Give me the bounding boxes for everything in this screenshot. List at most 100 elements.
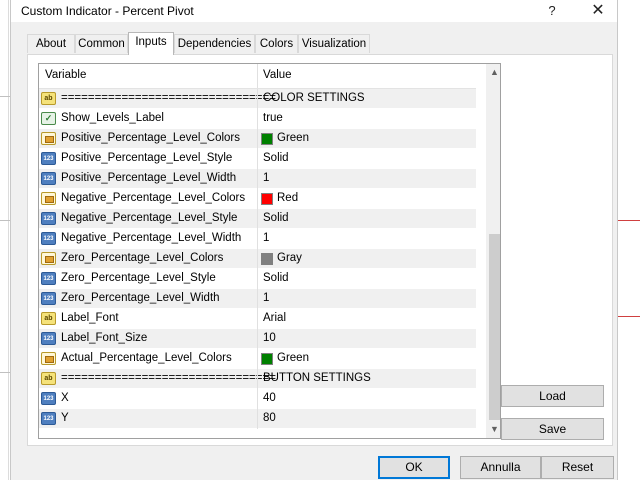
chart-level-line <box>616 316 640 317</box>
string-icon: ab <box>41 312 56 325</box>
cancel-button[interactable]: Annulla <box>460 456 541 479</box>
input-row[interactable]: Negative_Percentage_Level_Colors Red <box>39 189 476 209</box>
column-divider <box>257 149 258 169</box>
variable-value[interactable]: Green <box>277 352 309 364</box>
column-divider <box>257 229 258 249</box>
variable-name: Positive_Percentage_Level_Colors <box>61 132 240 144</box>
input-row[interactable]: 123 Positive_Percentage_Level_Style Solid <box>39 149 476 169</box>
input-row[interactable]: ab ================================ COLOR … <box>39 89 476 109</box>
number-icon: 123 <box>41 152 56 165</box>
variable-name: Negative_Percentage_Level_Colors <box>61 192 246 204</box>
input-row[interactable]: ab Label_Font Arial <box>39 309 476 329</box>
variable-value[interactable]: Solid <box>263 212 289 224</box>
custom-indicator-dialog: Custom Indicator - Percent Pivot ? ✕ Abo… <box>10 0 618 480</box>
variable-value[interactable]: 10 <box>263 332 276 344</box>
input-row[interactable]: 123 X 40 <box>39 389 476 409</box>
variable-name: Zero_Percentage_Level_Style <box>61 272 216 284</box>
column-divider <box>257 389 258 409</box>
chart-gridline <box>0 372 10 373</box>
number-icon: 123 <box>41 332 56 345</box>
scroll-thumb[interactable] <box>489 234 500 420</box>
column-divider <box>257 129 258 149</box>
color-icon <box>41 352 56 365</box>
save-button[interactable]: Save <box>501 418 604 440</box>
variable-name: Show_Levels_Label <box>61 112 164 124</box>
input-row[interactable]: 123 Negative_Percentage_Level_Style Solid <box>39 209 476 229</box>
number-icon: 123 <box>41 292 56 305</box>
input-row[interactable]: 123 Label_Font_Size 10 <box>39 329 476 349</box>
vertical-scrollbar[interactable]: ▲ ▼ <box>486 64 500 438</box>
input-row[interactable]: Actual_Percentage_Level_Colors Green <box>39 349 476 369</box>
variable-value[interactable]: 80 <box>263 412 276 424</box>
color-swatch <box>261 353 273 365</box>
chart-gridline <box>8 0 9 480</box>
variable-value[interactable]: 40 <box>263 392 276 404</box>
tab-common[interactable]: Common <box>75 34 128 53</box>
variable-name: Zero_Percentage_Level_Colors <box>61 252 224 264</box>
scroll-down-icon[interactable]: ▼ <box>486 421 500 438</box>
input-row[interactable]: Positive_Percentage_Level_Colors Green <box>39 129 476 149</box>
color-icon <box>41 192 56 205</box>
variable-name: ================================ <box>61 372 276 384</box>
string-icon: ab <box>41 92 56 105</box>
load-button-label: Load <box>539 389 566 403</box>
variable-name: X <box>61 392 69 404</box>
column-divider <box>257 409 258 429</box>
inputs-grid: Variable Value ab =======================… <box>38 63 501 439</box>
tab-dependencies[interactable]: Dependencies <box>174 34 255 53</box>
column-divider <box>257 329 258 349</box>
help-icon[interactable]: ? <box>537 1 567 21</box>
column-divider <box>257 309 258 329</box>
column-header-value[interactable]: Value <box>263 69 292 81</box>
variable-name: Y <box>61 412 69 424</box>
input-row[interactable]: ✓ Show_Levels_Label true <box>39 109 476 129</box>
input-row[interactable]: 123 Zero_Percentage_Level_Width 1 <box>39 289 476 309</box>
input-row[interactable]: 123 Negative_Percentage_Level_Width 1 <box>39 229 476 249</box>
column-divider <box>257 64 258 88</box>
tab-colors[interactable]: Colors <box>255 34 298 53</box>
variable-value[interactable]: Solid <box>263 272 289 284</box>
variable-value[interactable]: 1 <box>263 232 269 244</box>
title-bar: Custom Indicator - Percent Pivot ? ✕ <box>11 0 617 22</box>
input-row[interactable]: ab ================================ BUTTON… <box>39 369 476 389</box>
input-row[interactable]: 123 Positive_Percentage_Level_Width 1 <box>39 169 476 189</box>
variable-value[interactable]: true <box>263 112 283 124</box>
column-divider <box>257 169 258 189</box>
variable-name: ================================ <box>61 92 276 104</box>
bool-icon: ✓ <box>41 112 56 125</box>
chart-gridline <box>0 96 10 97</box>
input-row[interactable]: 123 Y 80 <box>39 409 476 429</box>
string-icon: ab <box>41 372 56 385</box>
close-icon[interactable]: ✕ <box>583 1 613 21</box>
load-button[interactable]: Load <box>501 385 604 407</box>
variable-name: Negative_Percentage_Level_Width <box>61 232 242 244</box>
variable-value[interactable]: Solid <box>263 152 289 164</box>
column-divider <box>257 189 258 209</box>
color-swatch <box>261 133 273 145</box>
scroll-up-icon[interactable]: ▲ <box>486 64 500 81</box>
variable-value[interactable]: Red <box>277 192 298 204</box>
column-divider <box>257 269 258 289</box>
grid-rows: ab ================================ COLOR … <box>39 89 476 429</box>
tab-about[interactable]: About <box>27 34 75 53</box>
variable-name: Negative_Percentage_Level_Style <box>61 212 238 224</box>
color-icon <box>41 252 56 265</box>
variable-value[interactable]: 1 <box>263 172 269 184</box>
number-icon: 123 <box>41 412 56 425</box>
variable-value[interactable]: Gray <box>277 252 302 264</box>
variable-value[interactable]: COLOR SETTINGS <box>263 92 365 104</box>
number-icon: 123 <box>41 212 56 225</box>
variable-name: Label_Font_Size <box>61 332 148 344</box>
reset-button[interactable]: Reset <box>541 456 614 479</box>
tab-visualization[interactable]: Visualization <box>298 34 370 53</box>
column-header-variable[interactable]: Variable <box>45 69 86 81</box>
number-icon: 123 <box>41 172 56 185</box>
variable-value[interactable]: BUTTON SETTINGS <box>263 372 371 384</box>
ok-button[interactable]: OK <box>378 456 450 479</box>
input-row[interactable]: Zero_Percentage_Level_Colors Gray <box>39 249 476 269</box>
tab-inputs[interactable]: Inputs <box>128 32 174 55</box>
variable-value[interactable]: 1 <box>263 292 269 304</box>
variable-value[interactable]: Arial <box>263 312 286 324</box>
variable-value[interactable]: Green <box>277 132 309 144</box>
input-row[interactable]: 123 Zero_Percentage_Level_Style Solid <box>39 269 476 289</box>
